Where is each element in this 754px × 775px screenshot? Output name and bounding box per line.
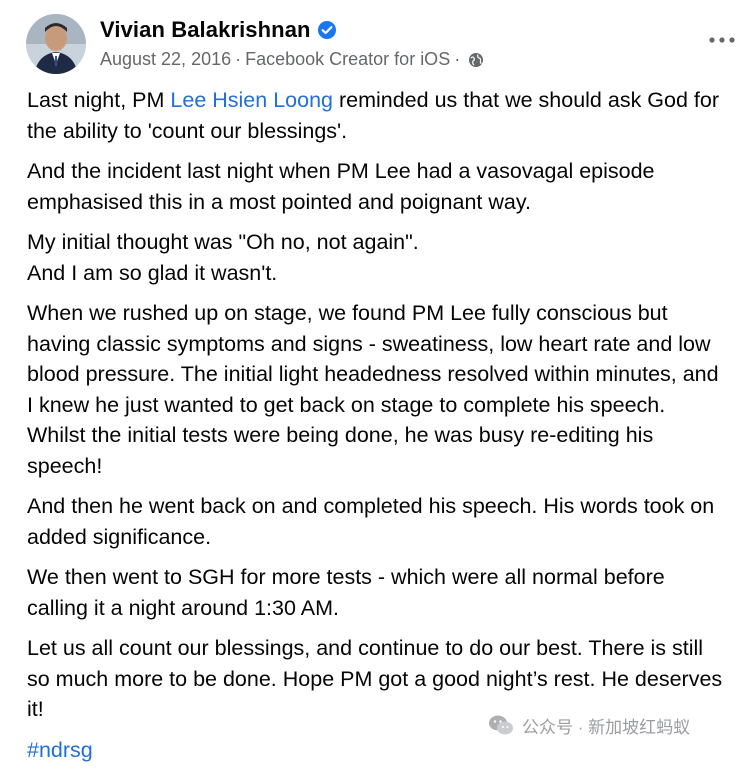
meta-separator: · (235, 49, 242, 69)
post-paragraph: My initial thought was "Oh no, not again… (27, 227, 727, 288)
post-date[interactable]: August 22, 2016 (100, 49, 231, 70)
paragraph-line: My initial thought was "Oh no, not again… (27, 230, 419, 254)
hashtag-line: #ndrsg (27, 735, 727, 766)
more-options-icon[interactable] (704, 28, 740, 52)
author-line: Vivian Balakrishnan (100, 17, 337, 43)
watermark-text: 公众号 · 新加坡红蚂蚁 (522, 717, 691, 737)
watermark: 公众号 · 新加坡红蚂蚁 (488, 712, 690, 738)
post-paragraph: We then went to SGH for more tests - whi… (27, 565, 665, 620)
post-paragraph: Let us all count our blessings, and cont… (27, 636, 723, 721)
paragraph-line: And I am so glad it wasn't. (27, 260, 278, 285)
wechat-icon (488, 712, 514, 738)
author-avatar[interactable] (26, 14, 86, 74)
post-paragraph: And then he went back on and completed h… (27, 494, 715, 549)
post-meta: August 22, 2016 · Facebook Creator for i… (100, 49, 484, 70)
mention-link[interactable]: Lee Hsien Loong (170, 88, 333, 112)
post-paragraph: Last night, PM Lee Hsien Loong reminded … (27, 85, 727, 146)
verified-badge-icon (317, 20, 337, 40)
meta-separator: · (454, 49, 461, 69)
post-header: Vivian Balakrishnan August 22, 2016 · Fa… (26, 14, 746, 74)
facebook-post: Vivian Balakrishnan August 22, 2016 · Fa… (0, 0, 754, 762)
paragraph-text: Last night, PM (27, 88, 171, 112)
post-paragraph: And the incident last night when PM Lee … (27, 159, 655, 214)
author-name[interactable]: Vivian Balakrishnan (100, 17, 311, 43)
post-paragraph: When we rushed up on stage, we found PM … (27, 301, 719, 478)
post-body: Last night, PM Lee Hsien Loong reminded … (27, 85, 727, 775)
post-source: Facebook Creator for iOS (245, 49, 451, 69)
globe-icon[interactable] (468, 52, 484, 68)
